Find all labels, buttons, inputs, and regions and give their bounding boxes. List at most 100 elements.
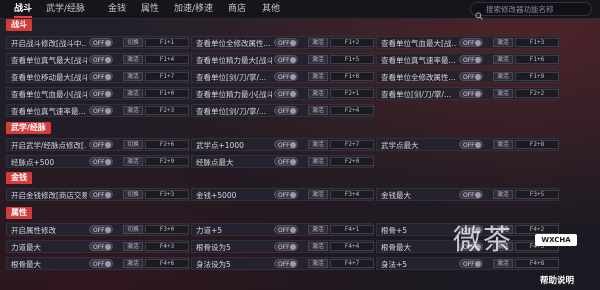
toggle-switch[interactable]: OFF [459,72,483,81]
action-button[interactable]: 激活 [308,225,328,234]
hotkey-field[interactable]: F1+3 [515,38,559,47]
action-button[interactable]: 激活 [308,190,328,199]
action-button[interactable]: 激活 [123,89,143,98]
toggle-switch[interactable]: OFF [89,72,113,81]
toggle-switch[interactable]: OFF [89,157,113,166]
action-button[interactable]: 激活 [493,140,513,149]
hotkey-field[interactable]: F4+8 [515,259,559,268]
toggle-switch[interactable]: OFF [274,190,298,199]
toggle-switch[interactable]: OFF [89,190,113,199]
action-button[interactable]: 激活 [308,259,328,268]
action-button[interactable]: 切换 [123,38,143,47]
action-button[interactable]: 切换 [123,225,143,234]
action-button[interactable]: 激活 [308,106,328,115]
tab-martial-meridian[interactable]: 武学/经脉 [46,0,85,18]
action-button[interactable]: 激活 [493,89,513,98]
toggle-switch[interactable]: OFF [274,242,298,251]
toggle-switch[interactable]: OFF [274,259,298,268]
hotkey-field[interactable]: F2+0 [330,157,374,166]
hotkey-field[interactable]: F2+7 [330,140,374,149]
hotkey-field[interactable]: F1+7 [145,72,189,81]
toggle-switch[interactable]: OFF [459,55,483,64]
toggle-switch[interactable]: OFF [274,55,298,64]
toggle-switch[interactable]: OFF [274,140,298,149]
toggle-switch[interactable]: OFF [89,55,113,64]
action-button[interactable]: 切换 [123,190,143,199]
toggle-switch[interactable]: OFF [459,89,483,98]
toggle-switch[interactable]: OFF [274,225,298,234]
action-button[interactable]: 激活 [308,38,328,47]
hotkey-field[interactable]: F4+1 [330,225,374,234]
toggle-switch[interactable]: OFF [274,106,298,115]
action-button[interactable]: 激活 [308,140,328,149]
toggle-switch[interactable]: OFF [89,259,113,268]
action-button[interactable]: 激活 [308,157,328,166]
action-button[interactable]: 激活 [493,55,513,64]
action-button[interactable]: 激活 [123,55,143,64]
hotkey-field[interactable]: F2+6 [145,140,189,149]
toggle-switch[interactable]: OFF [274,38,298,47]
toggle-switch[interactable]: OFF [459,259,483,268]
toggle-switch[interactable]: OFF [89,242,113,251]
hotkey-field[interactable]: F1+4 [145,55,189,64]
action-button[interactable]: 激活 [123,157,143,166]
help-link[interactable]: 帮助说明 [540,274,574,286]
action-button[interactable]: 激活 [493,259,513,268]
table-row: 查看单位全修改属性... OFF 激活 F1+2 [191,36,374,49]
hotkey-field[interactable]: F1+9 [515,72,559,81]
toggle-switch[interactable]: OFF [89,38,113,47]
action-button[interactable]: 激活 [493,38,513,47]
hotkey-field[interactable]: F4+3 [145,242,189,251]
hotkey-field[interactable]: F1+8 [330,72,374,81]
action-button[interactable]: 激活 [493,72,513,81]
toggle-switch[interactable]: OFF [274,89,298,98]
tab-speed[interactable]: 加速/移速 [174,0,213,18]
tab-money[interactable]: 金钱 [108,0,126,18]
toggle-switch[interactable]: OFF [89,140,113,149]
hotkey-field[interactable]: F1+1 [145,38,189,47]
hotkey-field[interactable]: F4+6 [145,259,189,268]
action-button[interactable]: 激活 [123,106,143,115]
hotkey-field[interactable]: F3+5 [515,190,559,199]
tab-combat[interactable]: 战斗 [14,0,33,18]
hotkey-field[interactable]: F4+2 [515,225,559,234]
hotkey-field[interactable]: F2+8 [515,140,559,149]
toggle-switch[interactable]: OFF [459,140,483,149]
search-box[interactable] [470,2,592,20]
toggle-switch[interactable]: OFF [89,225,113,234]
tab-shop[interactable]: 商店 [228,0,246,18]
row-label: 查看单位精力最小[战斗... [196,90,272,99]
action-button[interactable]: 激活 [308,89,328,98]
hotkey-field[interactable]: F4+7 [330,259,374,268]
toggle-switch[interactable]: OFF [459,190,483,199]
toggle-switch[interactable]: OFF [459,38,483,47]
action-button[interactable]: 激活 [308,55,328,64]
tab-other[interactable]: 其他 [262,0,280,18]
hotkey-field[interactable]: F1+0 [145,89,189,98]
hotkey-field[interactable]: F1+2 [330,38,374,47]
action-button[interactable]: 激活 [123,259,143,268]
toggle-switch[interactable]: OFF [89,106,113,115]
hotkey-field[interactable]: F1+5 [330,55,374,64]
search-input[interactable] [483,4,591,14]
toggle-switch[interactable]: OFF [274,157,298,166]
action-button[interactable]: 激活 [493,190,513,199]
hotkey-field[interactable]: F2+9 [145,157,189,166]
tab-attributes[interactable]: 属性 [141,0,159,18]
action-button[interactable]: 切换 [123,140,143,149]
action-button[interactable]: 激活 [123,72,143,81]
hotkey-field[interactable]: F2+1 [330,89,374,98]
hotkey-field[interactable]: F2+3 [145,106,189,115]
toggle-switch[interactable]: OFF [89,89,113,98]
hotkey-field[interactable]: F3+4 [330,190,374,199]
hotkey-field[interactable]: F3+0 [145,225,189,234]
action-button[interactable]: 激活 [308,242,328,251]
action-button[interactable]: 激活 [123,242,143,251]
hotkey-field[interactable]: F3+3 [145,190,189,199]
hotkey-field[interactable]: F1+6 [515,55,559,64]
hotkey-field[interactable]: F2+2 [515,89,559,98]
toggle-switch[interactable]: OFF [274,72,298,81]
action-button[interactable]: 激活 [308,72,328,81]
hotkey-field[interactable]: F4+4 [330,242,374,251]
hotkey-field[interactable]: F2+4 [330,106,374,115]
